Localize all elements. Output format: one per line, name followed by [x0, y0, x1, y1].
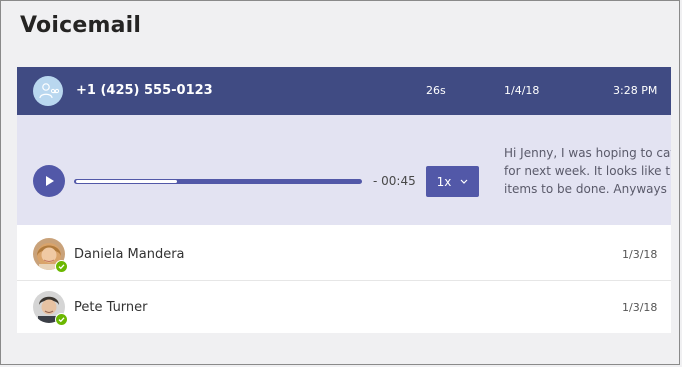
presence-available-icon [55, 313, 68, 326]
voicemail-duration: 26s [426, 84, 446, 97]
chevron-down-icon [460, 179, 468, 184]
playback-slider[interactable] [74, 179, 362, 184]
voicemail-player: - 00:45 1x Hi Jenny, I was hoping to cat… [17, 115, 680, 225]
contact-name: Pete Turner [74, 300, 148, 315]
playback-speed-label: 1x [436, 174, 452, 189]
transcript-line: items to be done. Anyways g [504, 182, 679, 196]
voicemail-list: +1 (425) 555-0123 26s 1/4/18 3:28 PM - 0… [17, 67, 680, 333]
page-title: Voicemail [20, 13, 142, 38]
voicemail-date: 1/4/18 [504, 84, 540, 97]
voicemail-date: 1/3/18 [622, 301, 658, 314]
avatar [33, 238, 68, 273]
transcript-line: for next week. It looks like the [504, 164, 680, 178]
play-icon [46, 176, 54, 186]
avatar [33, 291, 68, 326]
active-voicemail-header[interactable]: +1 (425) 555-0123 26s 1/4/18 3:28 PM [17, 67, 679, 115]
voicemail-row[interactable]: Pete Turner 1/3/18 [17, 282, 679, 333]
scrollbar[interactable] [671, 67, 679, 333]
divider [17, 280, 679, 281]
voicemail-transcript: Hi Jenny, I was hoping to catc for next … [504, 144, 680, 198]
voicemail-row[interactable]: Daniela Mandera 1/3/18 [17, 229, 679, 280]
transcript-line: Hi Jenny, I was hoping to catc [504, 146, 680, 160]
voicemail-time: 3:28 PM [613, 84, 658, 97]
playback-speed-button[interactable]: 1x [426, 166, 479, 197]
playback-progress [76, 180, 177, 183]
voicemail-caller-icon [33, 76, 63, 106]
caller-number: +1 (425) 555-0123 [76, 83, 213, 98]
voicemail-date: 1/3/18 [622, 248, 658, 261]
play-button[interactable] [33, 165, 65, 197]
presence-available-icon [55, 260, 68, 273]
voicemail-window: Voicemail +1 (425) 555-0123 26s 1/4/18 3… [0, 0, 680, 365]
contact-name: Daniela Mandera [74, 247, 185, 262]
time-remaining: - 00:45 [373, 174, 416, 188]
